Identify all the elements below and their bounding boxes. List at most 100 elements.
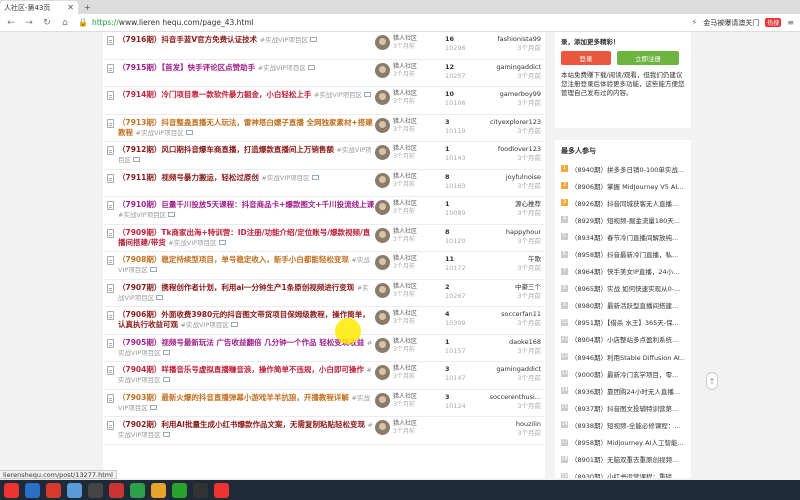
avatar[interactable] <box>375 62 390 78</box>
thread-title[interactable]: （7915期）【首发】快手评论区点赞助手 <box>118 63 255 72</box>
last-reply-user[interactable]: foodlover123 <box>471 145 541 154</box>
thread-title[interactable]: （7912期）风口期抖音爆车商直播，打造爆款直播间上万销售额 <box>118 145 334 154</box>
author-name[interactable]: 猎人社区 <box>393 145 417 153</box>
thread-row[interactable]: （7915期）【首发】快手评论区点赞助手 #实战VIP项目区 猎人社区 3个月前… <box>103 60 545 87</box>
hot-item-text[interactable]: （8946期）利用Stable Diffusion AI... <box>571 352 685 362</box>
author-name[interactable]: 猎人社区 <box>393 200 417 208</box>
last-reply-user[interactable]: gamerboy99 <box>471 90 541 99</box>
hot-item-text[interactable]: （8936期）靠团购24小时无人直播... <box>571 386 680 396</box>
chat-icon[interactable] <box>172 482 187 498</box>
thread-title[interactable]: （7906期）外面收费3980元的抖音图文带货项目保姆级教程，操作简单，认真执行… <box>118 310 370 329</box>
avatar[interactable] <box>375 90 390 105</box>
author-name[interactable]: 猎人社区 <box>393 35 417 43</box>
app-icon[interactable] <box>25 482 40 498</box>
hot-item[interactable]: 9 （8980期）最新活跃型直播间搭建... <box>561 297 685 314</box>
avatar[interactable] <box>375 145 390 160</box>
thread-row[interactable]: （7903期）最新火爆的抖音直播弹幕小游戏羊羊抗狼，开播教程详解 #实战VIP项… <box>103 390 545 417</box>
hot-item[interactable]: 19 （8930期）小红书运营课程：重磅... <box>561 468 685 478</box>
hot-item-text[interactable]: （8926期）抖音同城获客无人直播... <box>571 198 678 208</box>
thread-row[interactable]: （7907期）携程创作者计划，利用ai一分钟生产1条原创视频进行变现 #实战VI… <box>103 280 545 307</box>
thread-title[interactable]: （7910期）巨量千川投放5天课程：抖音商品卡+爆款图文+千川投流线上课 <box>118 200 374 209</box>
last-reply-user[interactable]: fashionista99 <box>471 35 541 44</box>
thread-title[interactable]: （7908期）稳定持续型项目，单号稳定收入，新手小白都能轻松变现 <box>118 255 349 264</box>
hot-item-text[interactable]: （8904期）小店整站多点盈利系统... <box>571 334 678 344</box>
avatar[interactable] <box>375 200 390 215</box>
thread-title[interactable]: （7907期）携程创作者计划，利用ai一分钟生产1条原创视频进行变现 <box>118 283 354 292</box>
author-name[interactable]: 猎人社区 <box>393 118 417 126</box>
thread-title[interactable]: （7904期）咩播音乐号虚拟直播赚音浪，操作简单不违规，小白即可操作 <box>118 365 364 374</box>
avatar[interactable] <box>375 365 390 380</box>
avatar[interactable] <box>375 337 390 353</box>
chrome-icon[interactable] <box>151 482 166 498</box>
folder-icon[interactable] <box>88 482 103 498</box>
last-reply-user[interactable]: gamingaddict <box>471 365 541 374</box>
author-name[interactable]: 猎人社区 <box>393 173 417 181</box>
hot-item[interactable]: 11 （8904期）小店整站多点盈利系统... <box>561 331 685 348</box>
hot-item[interactable]: 10 （8951期）【借杀 水王】365天-保... <box>561 314 685 331</box>
author-name[interactable]: 猎人社区 <box>393 63 417 71</box>
avatar[interactable] <box>375 420 390 435</box>
thread-title[interactable]: （7914期）冷门项目靠一款软件暴力掘金，小白轻松上手 <box>118 90 311 99</box>
hot-item[interactable]: 2 （8906期）掌握 MidJourney V5 AI... <box>561 177 685 194</box>
thread-row[interactable]: （7910期）巨量千川投放5天课程：抖音商品卡+爆款图文+千川投流线上课 #实战… <box>103 197 545 225</box>
avatar[interactable] <box>375 35 390 50</box>
hot-item-text[interactable]: （8964期）快手美女IP直播，24小... <box>571 266 679 276</box>
hot-item-text[interactable]: （8958期）Midjourney AI人工智能... <box>571 437 684 447</box>
wechat-icon[interactable] <box>130 482 145 498</box>
thread-title[interactable]: （7905期）视频号最新玩法 广告收益翻倍 几分钟一个作品 轻松变现收益 <box>118 338 364 347</box>
hot-item[interactable]: 15 （8937期）抖音图文投辅特训营第... <box>561 399 685 416</box>
hot-item-text[interactable]: （8940期）拼多多日销0-100单实战... <box>571 164 684 174</box>
last-reply-user[interactable]: gamingaddict <box>471 63 541 72</box>
author-name[interactable]: 猎人社区 <box>393 283 417 291</box>
thread-row[interactable]: （7912期）风口期抖音爆车商直播，打造爆款直播间上万销售额 #实战VIP项目区… <box>103 142 545 170</box>
thread-row[interactable]: （7908期）稳定持续型项目，单号稳定收入，新手小白都能轻松变现 #实战VIP项… <box>103 252 545 280</box>
hot-item[interactable]: 1 （8940期）拼多多日销0-100单实战... <box>561 160 685 177</box>
hot-item-text[interactable]: （8937期）抖音图文投辅特训营第... <box>571 403 678 413</box>
hot-item[interactable]: 4 （8929期）短视频-掘金流量180天... <box>561 211 685 228</box>
thread-row[interactable]: （7909期）Tk商家出海+特训营：ID注册/功能介绍/定位账号/爆款视频/直播… <box>103 225 545 252</box>
last-reply-user[interactable]: 源心推荐 <box>471 200 541 209</box>
last-reply-user[interactable]: daoke168 <box>471 338 541 347</box>
thread-row[interactable]: （7906期）外面收费3980元的抖音图文带货项目保姆级教程，操作简单，认真执行… <box>103 307 545 335</box>
thread-tag[interactable]: #实战VIP项目区 <box>261 174 309 182</box>
thread-title[interactable]: （7909期）Tk商家出海+特训营：ID注册/功能介绍/定位账号/爆款视频/直播… <box>118 228 370 247</box>
browser-icon[interactable] <box>67 482 82 498</box>
hot-item[interactable]: 5 （8934期）春节冷门直播间解放纯... <box>561 228 685 245</box>
hot-item-text[interactable]: （8938期）短视频-全能必修课程：... <box>571 420 681 430</box>
hot-item-text[interactable]: （8929期）短视频-掘金流量180天... <box>571 215 680 225</box>
hot-item[interactable]: 7 （8964期）快手美女IP直播，24小... <box>561 263 685 280</box>
author-name[interactable]: 猎人社区 <box>393 255 417 263</box>
thread-title[interactable]: （7916期）抖音手蓝V官方免费认证技术 <box>118 35 257 44</box>
avatar[interactable] <box>375 282 390 298</box>
avatar[interactable] <box>375 117 390 133</box>
thread-title[interactable]: （7902期）利用AI批量生成小红书爆款作品文案，无需复制粘贴轻松变现 <box>118 420 365 429</box>
url-field[interactable]: 🔒 https://www.lieren hequ.com/page_43.ht… <box>78 18 684 27</box>
new-tab-icon[interactable]: + <box>84 3 91 12</box>
hot-item[interactable]: 14 （8936期）靠团购24小时无人直播... <box>561 382 685 399</box>
author-name[interactable]: 猎人社区 <box>393 365 417 373</box>
avatar[interactable] <box>375 392 390 408</box>
avatar[interactable] <box>375 310 390 325</box>
hot-item-text[interactable]: （8934期）春节冷门直播间解放纯... <box>571 232 678 242</box>
thread-row[interactable]: （7904期）咩播音乐号虚拟直播赚音浪，操作简单不违规，小白即可操作 #实战VI… <box>103 362 545 390</box>
hot-item[interactable]: 16 （8938期）短视频-全能必修课程：... <box>561 416 685 433</box>
hot-item-text[interactable]: （8930期）小红书运营课程：重磅... <box>571 471 678 478</box>
wps-icon[interactable] <box>46 482 61 498</box>
hot-item-text[interactable]: （8958期）抖音最新冷门直播，私... <box>571 249 678 259</box>
author-name[interactable]: 猎人社区 <box>393 310 417 318</box>
browser-tab[interactable]: 人社区-第43页 ✕ <box>0 1 78 14</box>
author-name[interactable]: 猎人社区 <box>393 338 417 346</box>
avatar[interactable] <box>375 172 390 188</box>
thread-row[interactable]: （7902期）利用AI批量生成小红书爆款作品文案，无需复制粘贴轻松变现 #实战V… <box>103 417 545 445</box>
thread-row[interactable]: （7914期）冷门项目靠一款软件暴力掘金，小白轻松上手 #实战VIP项目区 猎人… <box>103 87 545 115</box>
author-name[interactable]: 猎人社区 <box>393 393 417 401</box>
avatar[interactable] <box>375 227 390 243</box>
last-reply-user[interactable]: happyhour <box>471 228 541 237</box>
author-name[interactable]: 猎人社区 <box>393 420 417 428</box>
thread-tag[interactable]: #实战VIP项目区 <box>314 91 362 99</box>
scroll-top-icon[interactable]: ↑ <box>706 372 718 390</box>
home-icon[interactable]: ⌂ <box>60 18 70 28</box>
close-icon[interactable]: ✕ <box>67 3 74 12</box>
last-reply-user[interactable]: 中豪三个 <box>471 283 541 292</box>
thread-row[interactable]: （7911期）视频号暴力搬运，轻松过原创 #实战VIP项目区 猎人社区 3个月前… <box>103 170 545 197</box>
